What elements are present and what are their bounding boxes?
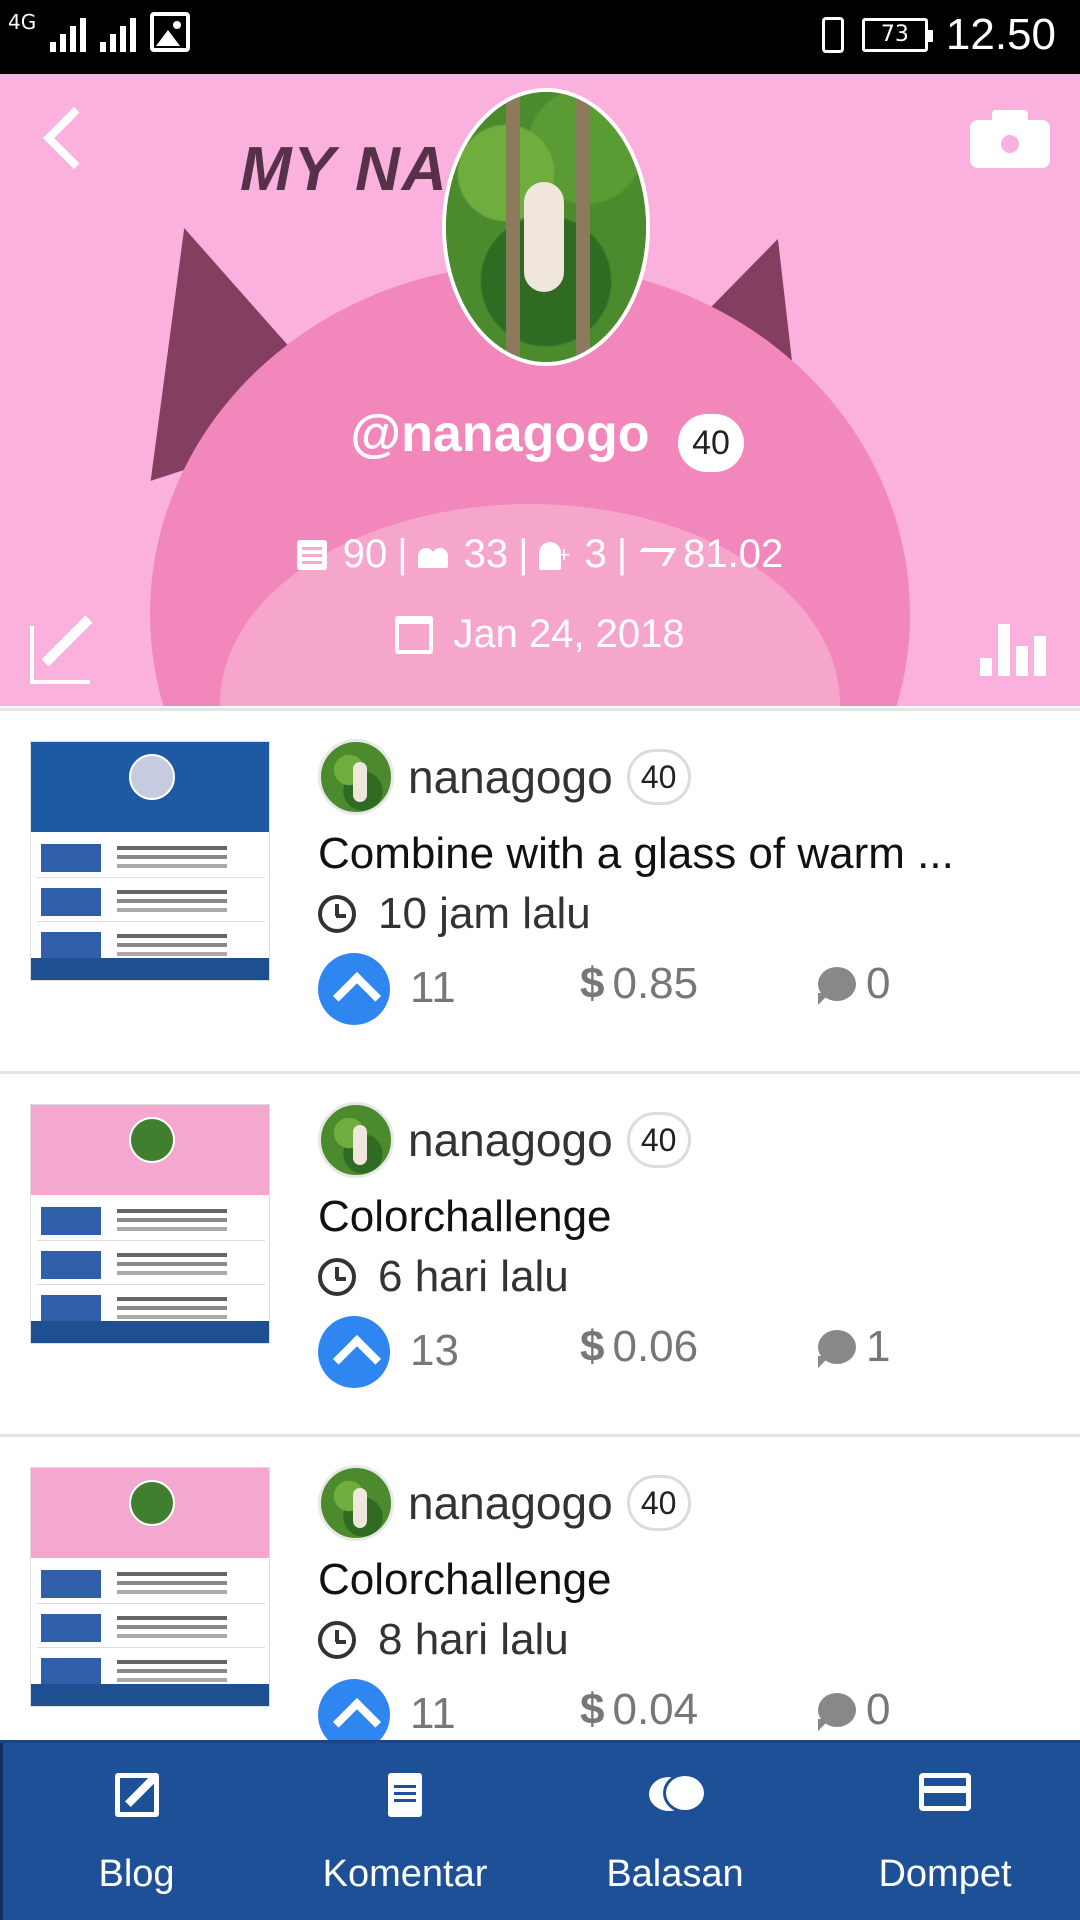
post-thumbnail[interactable] (30, 1467, 270, 1707)
nav-label: Komentar (322, 1853, 488, 1895)
post-title[interactable]: Colorchallenge (318, 1555, 1018, 1605)
upvote-button[interactable] (318, 953, 390, 1025)
battery-icon: 73 (861, 18, 933, 52)
post-time: 6 hari lalu (378, 1252, 569, 1301)
post-payout: $0.85 (580, 959, 699, 1008)
vote-count: 11 (410, 963, 456, 1012)
post-time: 8 hari lalu (378, 1615, 569, 1664)
status-bar: 4G 73 12.50 (0, 0, 1080, 74)
following-icon (538, 540, 571, 570)
clock-icon (318, 1258, 356, 1296)
comment-count: 0 (866, 1685, 891, 1734)
dollar-icon: $ (580, 1322, 605, 1371)
clock: 12.50 (945, 10, 1056, 59)
comment-count: 0 (866, 959, 891, 1008)
back-button[interactable] (38, 104, 94, 174)
post-thumbnail[interactable] (30, 1104, 270, 1344)
document-icon (388, 1773, 422, 1817)
author-reputation: 40 (626, 1475, 691, 1531)
camera-button[interactable] (970, 108, 1050, 168)
profile-stats: 90 | 33 | 3 | 81.02 (0, 532, 1080, 577)
reputation-badge: 40 (678, 414, 744, 472)
chat-icon (649, 1773, 707, 1821)
bottom-navigation: Blog Komentar Balasan Dompet (0, 1740, 1080, 1920)
nav-blog[interactable]: Blog (0, 1743, 270, 1920)
trend-icon (637, 540, 667, 570)
vibrate-icon (821, 17, 844, 53)
nav-label: Balasan (606, 1853, 744, 1895)
comments-button[interactable]: 1 (818, 1322, 890, 1372)
post-author[interactable]: nanagogo (408, 1113, 613, 1167)
dollar-icon: $ (580, 959, 605, 1008)
stat-followers: 33 (463, 532, 509, 576)
nav-label: Blog (98, 1853, 175, 1895)
comment-icon (818, 1330, 856, 1368)
stat-following: 3 (584, 532, 607, 576)
stat-power: 81.02 (683, 532, 784, 576)
author-reputation: 40 (626, 1112, 691, 1168)
nav-dompet[interactable]: Dompet (810, 1743, 1080, 1920)
post-author[interactable]: nanagogo (408, 1476, 613, 1530)
stat-posts: 90 (342, 532, 388, 576)
network-type: 4G (8, 10, 37, 34)
post-item[interactable]: nanagogo 40 Combine with a glass of warm… (0, 711, 1080, 1071)
comment-count: 1 (866, 1322, 891, 1371)
author-avatar[interactable] (318, 739, 394, 815)
vote-count: 11 (410, 1689, 456, 1738)
post-payout: $0.06 (580, 1322, 699, 1371)
edit-profile-button[interactable] (30, 612, 102, 684)
nav-balasan[interactable]: Balasan (540, 1743, 810, 1920)
edit-icon (114, 1773, 159, 1817)
image-notification-icon (150, 12, 191, 52)
profile-header: MY NA...S... @nanagogo 40 90 | 33 | 3 | … (0, 74, 1080, 706)
post-author[interactable]: nanagogo (408, 750, 613, 804)
vote-count: 13 (410, 1326, 459, 1375)
author-avatar[interactable] (318, 1102, 394, 1178)
author-avatar[interactable] (318, 1465, 394, 1541)
battery-level: 73 (880, 22, 909, 47)
post-payout: $0.04 (580, 1685, 699, 1734)
profile-username: @nanagogo (350, 405, 650, 463)
joined-date: Jan 24, 2018 (453, 612, 685, 656)
nav-label: Dompet (878, 1853, 1012, 1895)
profile-avatar[interactable] (442, 88, 650, 366)
stats-chart-button[interactable] (980, 612, 1050, 676)
author-reputation: 40 (626, 749, 691, 805)
signal-icon (50, 12, 87, 52)
post-title[interactable]: Combine with a glass of warm ... (318, 829, 1018, 879)
posts-icon (296, 539, 327, 570)
post-feed: nanagogo 40 Combine with a glass of warm… (0, 708, 1080, 1797)
joined-date-row: Jan 24, 2018 (0, 612, 1080, 657)
post-time: 10 jam lalu (378, 889, 591, 938)
upvote-button[interactable] (318, 1316, 390, 1388)
post-thumbnail[interactable] (30, 741, 270, 981)
clock-icon (318, 895, 356, 933)
dollar-icon: $ (580, 1685, 605, 1734)
followers-icon (417, 540, 448, 570)
signal-icon-sim2 (100, 12, 137, 52)
comment-icon (818, 1693, 856, 1731)
post-item[interactable]: nanagogo 40 Colorchallenge 6 hari lalu 1… (0, 1074, 1080, 1434)
comment-icon (818, 967, 856, 1005)
wallet-icon (919, 1773, 971, 1811)
clock-icon (318, 1621, 356, 1659)
comments-button[interactable]: 0 (818, 1685, 890, 1735)
calendar-icon (395, 615, 434, 654)
nav-komentar[interactable]: Komentar (270, 1743, 540, 1920)
post-title[interactable]: Colorchallenge (318, 1192, 1018, 1242)
comments-button[interactable]: 0 (818, 959, 890, 1009)
